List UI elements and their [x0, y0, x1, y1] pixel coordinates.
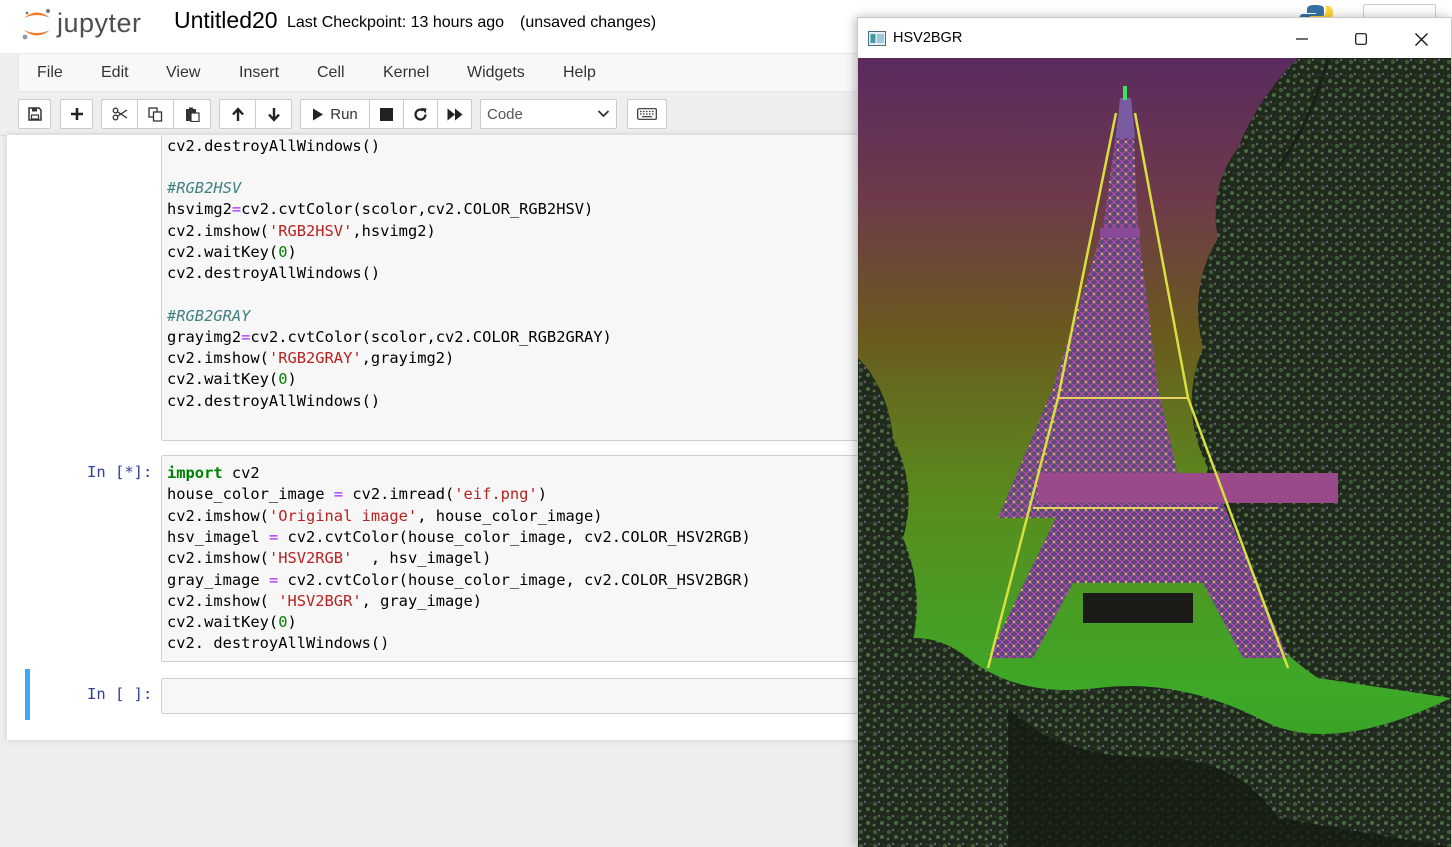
notebook-name[interactable]: Untitled20 [174, 7, 278, 34]
empty-code-cell-input[interactable] [161, 678, 867, 714]
code-line: hsvimg2=cv2.cvtColor(scolor,cv2.COLOR_RG… [167, 200, 594, 218]
cell-type-select[interactable]: Code [480, 99, 617, 129]
run-button[interactable]: Run [300, 99, 370, 129]
eiffel-tower-image [858, 58, 1451, 847]
menu-widgets[interactable]: Widgets [467, 64, 525, 82]
move-down-button[interactable] [255, 99, 292, 129]
code-line: hsv_imagel = cv2.cvtColor(house_color_im… [167, 528, 751, 546]
opencv-image-window[interactable]: HSV2BGR [857, 17, 1452, 847]
code-comment: #RGB2HSV [167, 179, 242, 197]
jupyter-logo[interactable]: jupyter [20, 6, 160, 42]
arrow-up-icon [231, 106, 244, 121]
cell-type-value: Code [487, 106, 523, 123]
code-line: cv2.imshow( 'HSV2BGR', gray_image) [167, 592, 483, 610]
code-line: gray_image = cv2.cvtColor(house_color_im… [167, 571, 751, 589]
autosave-status: (unsaved changes) [520, 14, 657, 31]
move-up-button[interactable] [219, 99, 256, 129]
command-palette-button[interactable] [627, 99, 667, 129]
selected-cell-indicator [25, 669, 30, 720]
copy-button[interactable] [137, 99, 174, 129]
code-line: grayimg2=cv2.cvtColor(scolor,cv2.COLOR_R… [167, 328, 612, 346]
cell-prompt: In [ ]: [87, 685, 153, 703]
menu-file[interactable]: File [37, 64, 63, 82]
code-line: cv2.waitKey(0) [167, 613, 297, 631]
fast-forward-icon [447, 108, 462, 120]
arrow-down-icon [267, 107, 280, 122]
code-line: cv2.imshow('RGB2HSV',hsvimg2) [167, 222, 436, 240]
save-icon [27, 107, 42, 121]
menu-edit[interactable]: Edit [101, 64, 129, 82]
last-checkpoint: Last Checkpoint: 13 hours ago [287, 14, 505, 31]
paste-button[interactable] [173, 99, 211, 129]
menu-view[interactable]: View [166, 64, 200, 82]
insert-cell-button[interactable] [60, 99, 93, 129]
code-line: cv2.imshow('Original image', house_color… [167, 507, 603, 525]
code-line: cv2.waitKey(0) [167, 370, 297, 388]
close-button[interactable] [1398, 26, 1444, 52]
window-titlebar[interactable]: HSV2BGR [858, 18, 1451, 58]
hsv2bgr-image [858, 58, 1451, 847]
code-line: import cv2 [167, 464, 260, 482]
restart-run-all-button[interactable] [437, 99, 472, 129]
scissors-icon [112, 107, 127, 121]
code-line: cv2.destroyAllWindows() [167, 137, 381, 155]
menu-help[interactable]: Help [563, 64, 596, 82]
minimize-button[interactable] [1279, 26, 1325, 52]
save-button[interactable] [18, 99, 51, 129]
menu-insert[interactable]: Insert [239, 64, 279, 82]
code-line: cv2.waitKey(0) [167, 243, 297, 261]
code-line: cv2.imshow('HSV2RGB' , hsv_imagel) [167, 549, 492, 567]
chevron-down-icon [597, 110, 610, 118]
minimize-icon [1296, 38, 1308, 40]
notebook-container: cv2.destroyAllWindows() #RGB2HSV hsvimg2… [7, 135, 867, 740]
code-line: cv2.imshow('RGB2GRAY',grayimg2) [167, 349, 455, 367]
copy-icon [148, 106, 163, 122]
close-icon [1414, 32, 1428, 46]
maximize-button[interactable] [1338, 26, 1384, 52]
interrupt-button[interactable] [369, 99, 404, 129]
menu-cell[interactable]: Cell [317, 64, 345, 82]
notebook-toolbar: Run Code [18, 96, 868, 132]
jupyter-logo-icon [22, 9, 50, 40]
play-icon [313, 108, 324, 120]
menu-kernel[interactable]: Kernel [383, 64, 429, 82]
run-button-label: Run [330, 105, 358, 123]
code-line: cv2. destroyAllWindows() [167, 634, 390, 652]
plus-icon [70, 108, 83, 120]
window-title: HSV2BGR [893, 30, 963, 46]
jupyter-logo-text: jupyter [57, 8, 142, 38]
refresh-icon [414, 107, 427, 121]
cut-button[interactable] [101, 99, 138, 129]
maximize-icon [1355, 33, 1367, 45]
cell-prompt: In [*]: [87, 463, 153, 481]
window-app-icon [868, 31, 886, 46]
restart-kernel-button[interactable] [403, 99, 438, 129]
stop-icon [380, 107, 393, 121]
paste-icon [185, 107, 200, 122]
code-line: house_color_image = cv2.imread('eif.png'… [167, 485, 547, 503]
keyboard-icon [637, 108, 657, 120]
code-comment: #RGB2GRAY [167, 307, 251, 325]
code-line: cv2.destroyAllWindows() [167, 264, 381, 282]
code-line: cv2.destroyAllWindows() [167, 392, 381, 410]
